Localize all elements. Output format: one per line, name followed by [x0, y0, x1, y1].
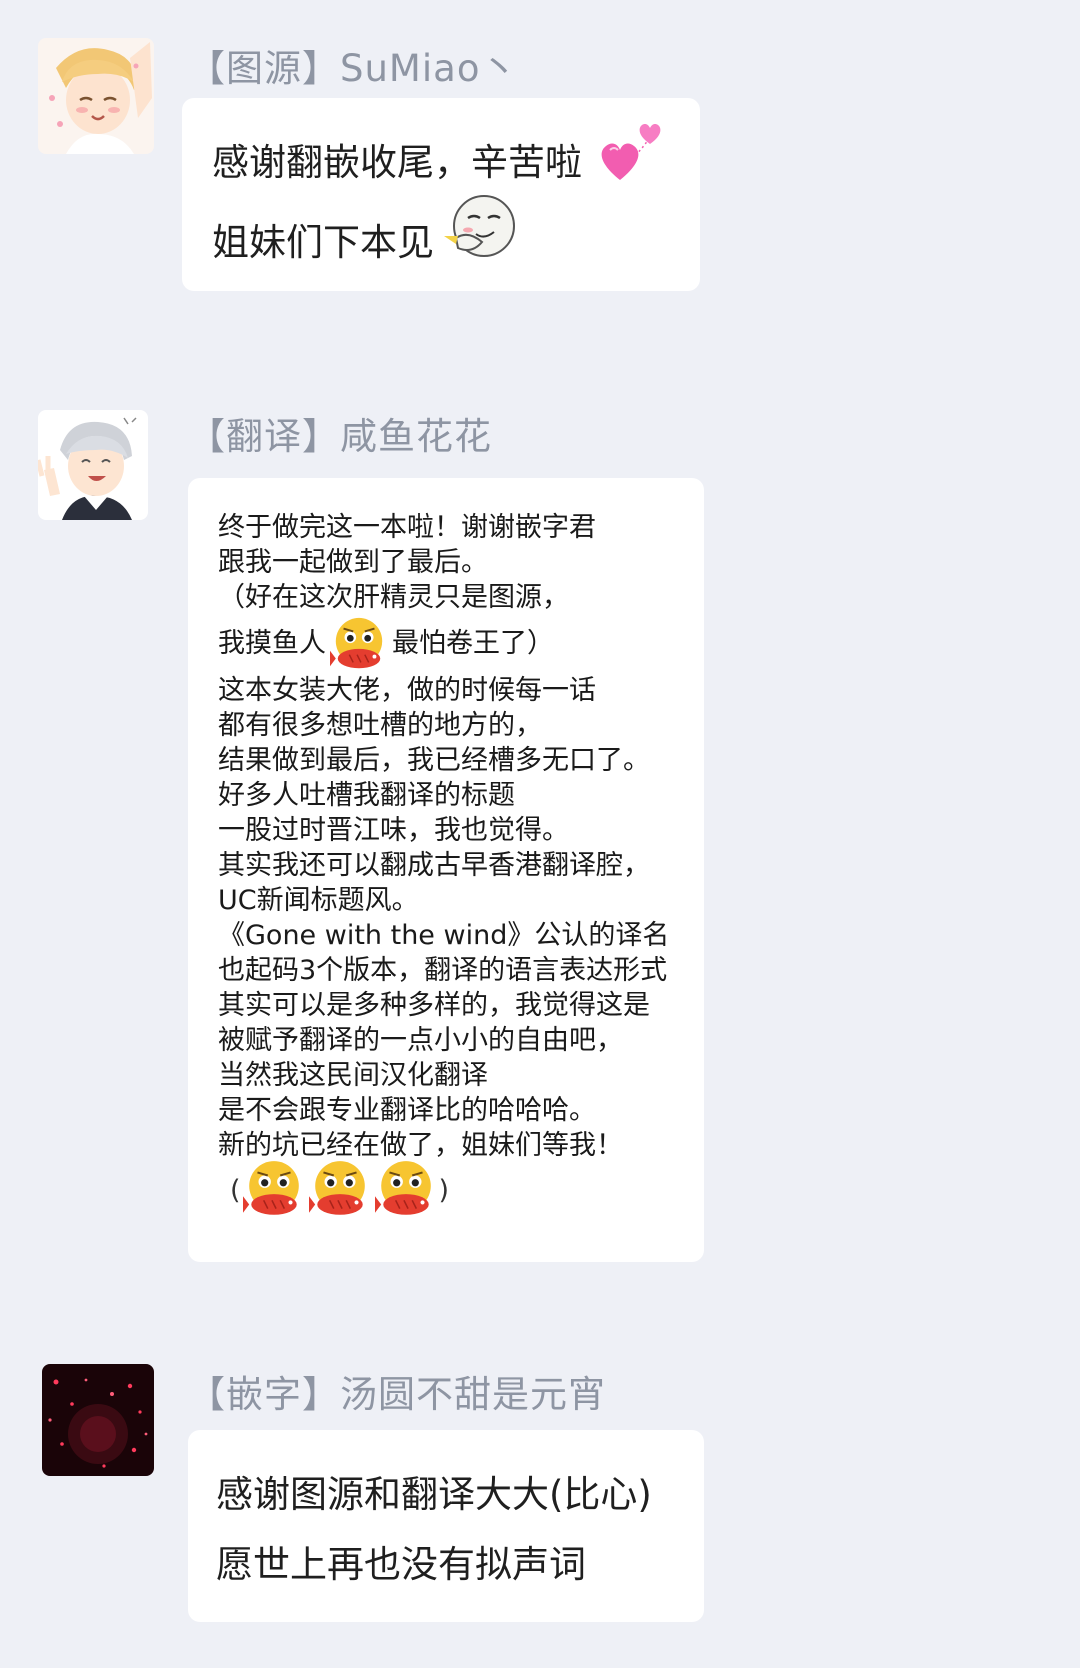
message-line: 其实可以是多种多样的，我觉得这是	[218, 990, 650, 1021]
message-body: 终于做完这一本啦！谢谢嵌字君 跟我一起做到了最后。 （好在这次肝精灵只是图源， …	[218, 510, 669, 1163]
avatar-sumiao[interactable]	[38, 38, 154, 154]
sender-name: 【嵌字】汤圆不甜是元宵	[188, 1373, 606, 1416]
smirking-face-icon	[442, 192, 518, 264]
pink-hearts-icon	[596, 118, 666, 186]
message-line: 被赋予翻译的一点小小的自由吧，	[218, 1025, 623, 1056]
message-line: 都有很多想吐槽的地方的，	[218, 710, 542, 741]
message-line: 其实我还可以翻成古早香港翻译腔，	[218, 850, 650, 881]
avatar-xianyu[interactable]	[38, 410, 148, 520]
message-line: 《Gone with the wind》公认的译名	[218, 920, 670, 951]
message-line: （好在这次肝精灵只是图源，	[218, 582, 569, 613]
sender-name: 【图源】SuMiao丶	[188, 47, 519, 90]
message-line: 是不会跟专业翻译比的哈哈哈。	[218, 1095, 596, 1126]
message-line: 这本女装大佬，做的时候每一话	[218, 675, 596, 706]
fish-eating-face-icon	[308, 1159, 371, 1221]
message-bubble[interactable]: 终于做完这一本啦！谢谢嵌字君 跟我一起做到了最后。 （好在这次肝精灵只是图源， …	[188, 478, 704, 1262]
message-line: 最怕卷王了）	[392, 628, 554, 659]
message-line: 一股过时晋江味，我也觉得。	[218, 815, 569, 846]
message-line-with-emoji: 我摸鱼人 最怕卷王了）	[218, 615, 669, 673]
message-line: 感谢图源和翻译大大(比心)	[216, 1473, 652, 1516]
message-line: UC新闻标题风。	[218, 885, 419, 916]
message-line: 我摸鱼人	[218, 628, 326, 659]
avatar-tangyuan[interactable]	[42, 1364, 154, 1476]
message-line: 结果做到最后，我已经槽多无口了。	[218, 745, 650, 776]
fish-eating-face-icon	[242, 1159, 305, 1221]
message-line: 愿世上再也没有拟声词	[216, 1543, 586, 1586]
emoji-row-open-paren: (	[230, 1174, 241, 1206]
fish-eating-face-icon	[374, 1159, 437, 1221]
message-line: 终于做完这一本啦！谢谢嵌字君	[218, 512, 596, 543]
fish-eating-face-icon	[330, 616, 388, 674]
message-line: 跟我一起做到了最后。	[218, 547, 488, 578]
emoji-row-close-paren: )	[438, 1174, 450, 1206]
message-bubble[interactable]: 感谢图源和翻译大大(比心) 愿世上再也没有拟声词	[188, 1430, 704, 1622]
message-line: 也起码3个版本，翻译的语言表达形式	[218, 955, 668, 986]
message-line: 好多人吐槽我翻译的标题	[218, 780, 515, 811]
message-line: 姐妹们下本见	[212, 221, 434, 264]
message-line: 当然我这民间汉化翻译	[218, 1060, 488, 1091]
sender-name: 【翻译】咸鱼花花	[188, 415, 492, 458]
message-line: 感谢翻嵌收尾，辛苦啦	[212, 141, 582, 184]
emoji-row: ( )	[230, 1158, 449, 1222]
